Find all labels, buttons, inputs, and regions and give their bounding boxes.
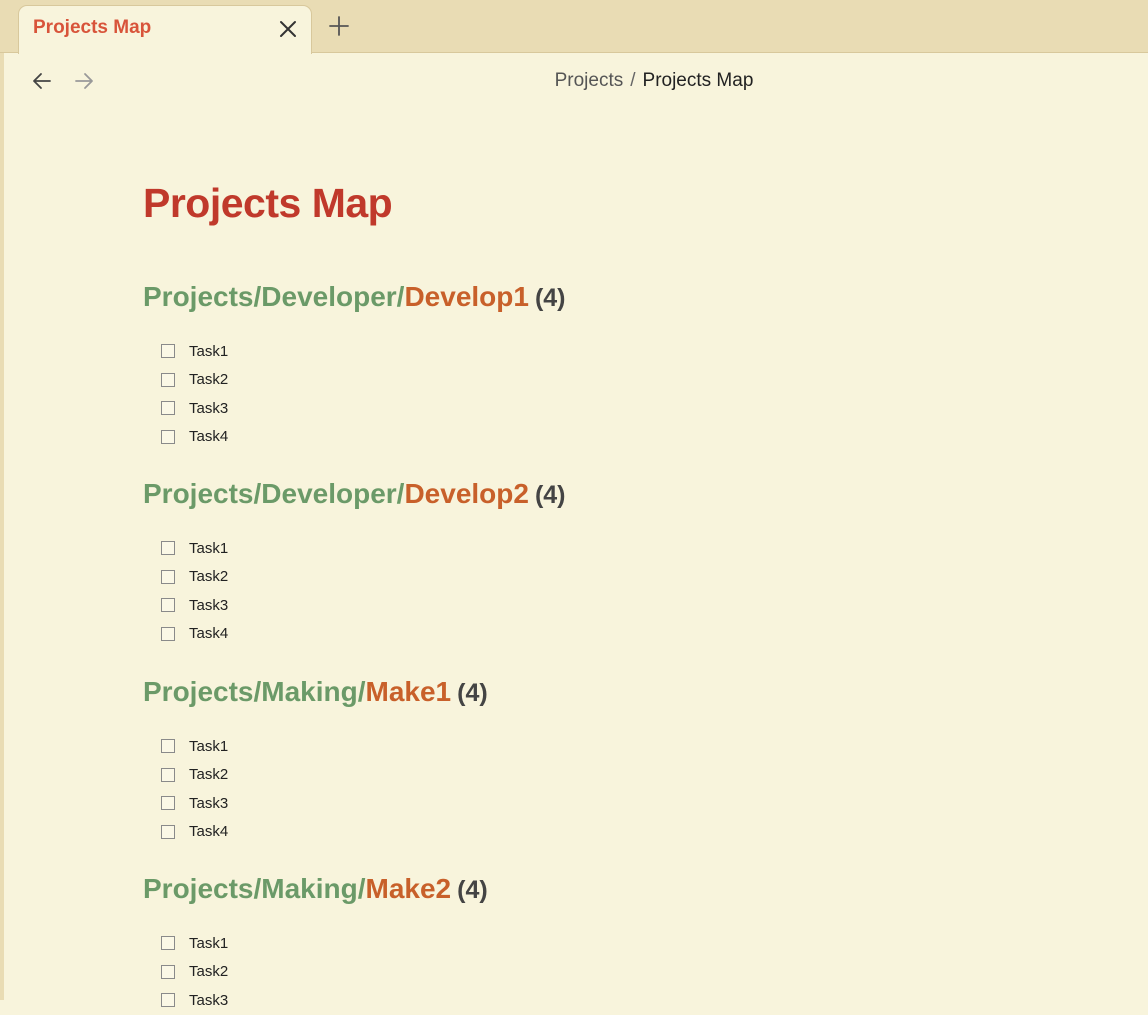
task-label: Task3	[189, 399, 229, 417]
page-title: Projects Map	[143, 180, 393, 226]
task-item: Task3	[161, 394, 228, 423]
tab-bar: Projects Map	[0, 0, 1148, 54]
project-section: Projects/Developer/Develop2 (4) Task1 Task2…	[143, 478, 566, 642]
checkbox-icon[interactable]	[161, 796, 175, 811]
task-item: Task2	[161, 958, 228, 987]
checkbox-icon[interactable]	[161, 598, 175, 613]
task-label: Task3	[189, 991, 229, 1009]
task-label: Task1	[189, 934, 229, 952]
checkbox-icon[interactable]	[161, 824, 175, 839]
section-path-prefix: Projects/Developer/	[143, 281, 405, 312]
task-item: Task2	[161, 761, 228, 790]
task-item: Task2	[161, 563, 228, 592]
task-item: Task4	[161, 423, 228, 452]
section-heading[interactable]: Projects/Making/Make1 (4)	[143, 676, 488, 708]
task-list: Task1 Task2 Task3 Task4	[161, 337, 228, 451]
section-heading[interactable]: Projects/Making/Make2 (4)	[143, 873, 488, 905]
task-item: Task1	[161, 534, 228, 563]
task-item: Task3	[161, 789, 228, 818]
task-label: Task1	[189, 737, 229, 755]
section-path-leaf: Develop2	[404, 478, 529, 509]
section-path-leaf: Make2	[365, 873, 452, 904]
task-list: Task1 Task2 Task3	[161, 929, 228, 1015]
checkbox-icon[interactable]	[161, 569, 175, 584]
close-icon[interactable]	[277, 18, 299, 40]
section-path-prefix: Projects/Making/	[143, 873, 366, 904]
task-count: (4)	[534, 284, 566, 312]
breadcrumb-separator: /	[630, 70, 636, 91]
checkbox-icon[interactable]	[161, 372, 175, 387]
task-list: Task1 Task2 Task3 Task4	[161, 732, 228, 846]
checkbox-icon[interactable]	[161, 964, 175, 979]
task-label: Task2	[189, 963, 229, 981]
project-section: Projects/Developer/Develop1 (4) Task1 Task2…	[143, 281, 566, 445]
breadcrumb-parent[interactable]: Projects	[555, 70, 624, 91]
checkbox-icon[interactable]	[161, 626, 175, 641]
task-label: Task2	[189, 568, 229, 586]
task-label: Task1	[189, 342, 229, 360]
task-item: Task3	[161, 986, 228, 1015]
section-heading[interactable]: Projects/Developer/Develop2 (4)	[143, 478, 566, 510]
arrow-left-icon[interactable]	[31, 70, 53, 92]
task-count: (4)	[534, 481, 566, 509]
window-edge	[0, 53, 4, 1000]
task-list: Task1 Task2 Task3 Task4	[161, 534, 228, 648]
checkbox-icon[interactable]	[161, 429, 175, 444]
task-item: Task4	[161, 818, 228, 847]
tab-title: Projects Map	[33, 17, 152, 38]
checkbox-icon[interactable]	[161, 344, 175, 359]
task-count: (4)	[457, 679, 488, 707]
task-item: Task1	[161, 732, 228, 761]
task-item: Task1	[161, 929, 228, 958]
task-label: Task4	[189, 428, 229, 446]
section-heading[interactable]: Projects/Developer/Develop1 (4)	[143, 281, 566, 313]
section-path-prefix: Projects/Making/	[143, 676, 366, 707]
checkbox-icon[interactable]	[161, 993, 175, 1008]
task-item: Task4	[161, 620, 228, 649]
task-item: Task3	[161, 591, 228, 620]
section-path-leaf: Develop1	[404, 281, 529, 312]
task-label: Task4	[189, 625, 229, 643]
breadcrumb: Projects / Projects Map	[0, 70, 1148, 92]
section-path-leaf: Make1	[365, 676, 452, 707]
plus-icon[interactable]	[327, 14, 351, 38]
tab-projects-map[interactable]: Projects Map	[18, 5, 312, 54]
arrow-right-icon[interactable]	[73, 70, 95, 92]
section-path-prefix: Projects/Developer/	[143, 478, 405, 509]
checkbox-icon[interactable]	[161, 936, 175, 951]
checkbox-icon[interactable]	[161, 767, 175, 782]
task-label: Task4	[189, 823, 229, 841]
task-item: Task1	[161, 337, 228, 366]
task-count: (4)	[457, 876, 488, 904]
task-label: Task2	[189, 371, 229, 389]
checkbox-icon[interactable]	[161, 739, 175, 754]
task-label: Task3	[189, 794, 229, 812]
checkbox-icon[interactable]	[161, 401, 175, 416]
task-label: Task1	[189, 539, 229, 557]
task-label: Task2	[189, 766, 229, 784]
task-item: Task2	[161, 366, 228, 395]
project-section: Projects/Making/Make2 (4) Task1 Task2 Task3	[143, 873, 488, 1009]
project-section: Projects/Making/Make1 (4) Task1 Task2 Task3 T…	[143, 676, 488, 840]
task-label: Task3	[189, 596, 229, 614]
breadcrumb-current: Projects Map	[642, 70, 754, 91]
checkbox-icon[interactable]	[161, 541, 175, 556]
